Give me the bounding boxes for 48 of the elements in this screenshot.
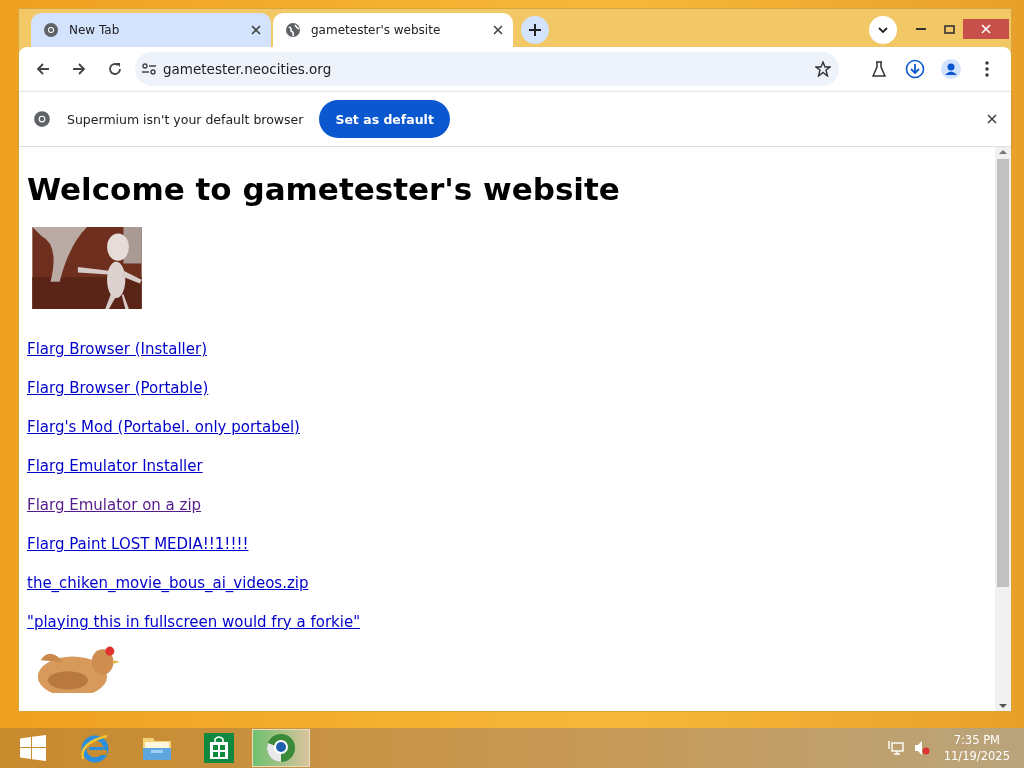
close-button[interactable] — [963, 19, 1009, 39]
scrollbar-thumb[interactable] — [997, 159, 1009, 587]
profile-icon — [941, 59, 961, 79]
globe-icon — [285, 22, 301, 38]
download-link[interactable]: Flarg Browser (Portable) — [27, 378, 209, 398]
download-link[interactable]: "playing this in fullscreen would fry a forkie" — [27, 612, 361, 632]
forward-arrow-icon — [72, 62, 86, 76]
taskbar-button[interactable] — [252, 729, 310, 767]
set-default-button[interactable]: Set as default — [319, 100, 450, 138]
chevron-down-icon — [878, 26, 888, 34]
muted-speaker-icon[interactable] — [913, 740, 930, 756]
infobar-message: Supermium isn't your default browser — [67, 111, 304, 127]
download-link[interactable]: Flarg's Mod (Portabel. only portabel) — [27, 417, 300, 437]
download-icon — [905, 59, 925, 79]
download-link[interactable]: Flarg Browser (Installer) — [27, 339, 207, 359]
bookmark-star-icon[interactable] — [815, 61, 831, 77]
address-bar[interactable]: gametester.neocities.org — [135, 52, 839, 86]
download-link[interactable]: the_chiken_movie_bous_ai_videos.zip — [27, 573, 309, 593]
browser-logo-icon — [43, 22, 59, 38]
plus-icon — [528, 23, 542, 37]
scroll-down-icon[interactable] — [999, 701, 1007, 711]
download-link[interactable]: Flarg Emulator Installer — [27, 456, 203, 476]
close-icon[interactable] — [251, 25, 261, 35]
close-icon[interactable] — [493, 25, 503, 35]
back-arrow-icon — [36, 62, 50, 76]
close-icon[interactable] — [987, 114, 997, 124]
download-link[interactable]: Flarg Emulator on a zip — [27, 495, 202, 515]
reload-icon — [108, 62, 122, 76]
page-heading: Welcome to gametester's website — [27, 171, 620, 207]
browser-tab[interactable]: New Tab — [31, 13, 271, 47]
scroll-up-icon[interactable] — [999, 147, 1007, 157]
browser-logo-icon — [33, 110, 51, 128]
windows-logo-icon — [20, 735, 46, 761]
internet-explorer-icon — [79, 733, 111, 763]
new-tab-button[interactable] — [521, 16, 549, 44]
minimize-icon — [916, 28, 926, 30]
site-settings-icon[interactable] — [141, 62, 157, 76]
store-icon — [204, 733, 234, 763]
date-text: 11/19/2025 — [943, 748, 1010, 764]
download-link[interactable]: Flarg Paint LOST MEDIA!!1!!!! — [27, 534, 249, 554]
menu-icon — [985, 61, 989, 77]
time-text: 7:35 PM — [953, 732, 1000, 748]
flask-icon — [872, 61, 886, 77]
tab-search-button[interactable] — [869, 16, 897, 44]
browser-tab[interactable]: gametester's website — [273, 13, 513, 47]
browser-logo-icon — [266, 733, 296, 763]
maximize-icon — [943, 24, 955, 34]
url-text: gametester.neocities.org — [163, 61, 333, 77]
